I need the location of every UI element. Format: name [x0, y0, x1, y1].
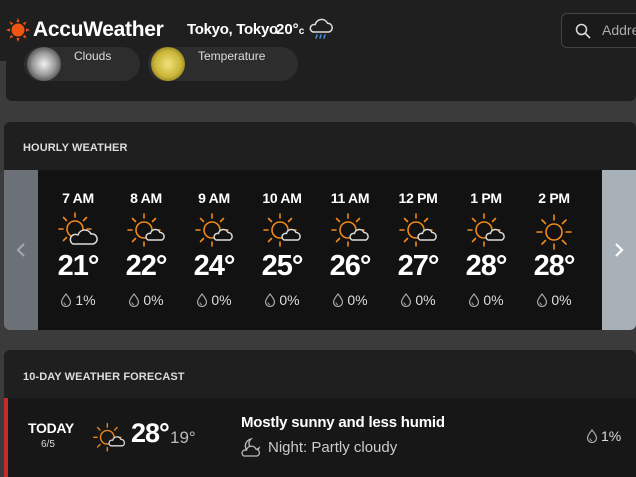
mostly-sunny-icon: [466, 212, 506, 252]
raindrop-icon: [468, 293, 480, 307]
raindrop-icon: [128, 293, 140, 307]
hour-precipitation: 0%: [180, 292, 248, 308]
rain-cloud-icon: [309, 18, 333, 39]
hour-time: 9 AM: [198, 190, 230, 206]
hour-card[interactable]: 7 AM 21° 1%: [44, 170, 112, 330]
section-title-10-day[interactable]: 10-DAY WEATHER FORECAST: [23, 371, 185, 383]
raindrop-icon: [586, 429, 598, 443]
raindrop-icon: [60, 293, 72, 307]
clouds-photo-icon: [27, 47, 61, 81]
current-temperature-value: 20°: [276, 21, 299, 38]
hour-time: 2 PM: [538, 190, 570, 206]
low-temperature: 19°: [170, 428, 196, 447]
hour-card[interactable]: 2 PM 28° 0%: [520, 170, 588, 330]
hour-time: 7 AM: [62, 190, 94, 206]
moon-cloud-icon: [241, 437, 261, 457]
night-forecast: Night: Partly cloudy: [241, 436, 397, 458]
partly-cloudy-icon: [58, 212, 98, 252]
temperature-label: Temperature: [198, 49, 266, 63]
hour-temperature: 28°: [533, 250, 576, 282]
mostly-sunny-icon: [92, 422, 126, 456]
clouds-label: Clouds: [74, 49, 112, 63]
raindrop-icon: [400, 293, 412, 307]
scroll-left-button[interactable]: [4, 170, 38, 330]
hour-temperature: 26°: [329, 250, 372, 282]
hour-card[interactable]: 8 AM 22° 0%: [112, 170, 180, 330]
search-box[interactable]: [561, 13, 636, 48]
hour-card[interactable]: 11 AM 26° 0%: [316, 170, 384, 330]
scroll-right-button[interactable]: [602, 170, 636, 330]
hour-precipitation: 0%: [452, 292, 520, 308]
day-precip-value: 1%: [601, 428, 622, 444]
day-phrase: Mostly sunny and less humid: [241, 414, 445, 431]
current-temperature[interactable]: 20°c: [276, 21, 304, 38]
accuweather-logo[interactable]: AccuWeather: [6, 18, 164, 42]
hour-precip-value: 0%: [143, 292, 164, 308]
hour-precipitation: 0%: [112, 292, 180, 308]
hour-temperature: 22°: [125, 250, 168, 282]
hour-temperature: 28°: [465, 250, 508, 282]
sun-logo-icon: [6, 18, 30, 42]
hour-precipitation: 0%: [384, 292, 452, 308]
daily-forecast-row-today[interactable]: TODAY 6/5 28° 19° Mostly sunny and less …: [4, 398, 636, 477]
hour-time: 11 AM: [330, 190, 370, 206]
hour-precip-value: 0%: [211, 292, 232, 308]
temperature-unit: c: [298, 26, 305, 37]
hour-temperature: 21°: [57, 250, 100, 282]
temperature-photo-icon: [151, 47, 185, 81]
hour-time: 8 AM: [130, 190, 162, 206]
raindrop-icon: [536, 293, 548, 307]
hour-temperature: 27°: [397, 250, 440, 282]
hour-precip-value: 0%: [415, 292, 436, 308]
hour-precipitation: 1%: [44, 292, 112, 308]
hour-card[interactable]: 9 AM 24° 0%: [180, 170, 248, 330]
mostly-sunny-icon: [126, 212, 166, 252]
day-label: TODAY: [28, 420, 74, 436]
hour-precip-value: 0%: [279, 292, 300, 308]
hour-precip-value: 0%: [551, 292, 572, 308]
mostly-sunny-icon: [398, 212, 438, 252]
chevron-left-icon: [16, 243, 25, 257]
chevron-right-icon: [615, 243, 624, 257]
sunny-icon: [534, 212, 574, 252]
raindrop-icon: [264, 293, 276, 307]
high-temperature: 28°: [131, 418, 170, 448]
hour-precip-value: 0%: [483, 292, 504, 308]
hour-precipitation: 0%: [248, 292, 316, 308]
clouds-map-pill[interactable]: Clouds: [24, 47, 140, 81]
search-input[interactable]: [602, 21, 636, 39]
mostly-sunny-icon: [194, 212, 234, 252]
mostly-sunny-icon: [262, 212, 302, 252]
weather-maps-card: Clouds Temperature: [6, 47, 636, 101]
mostly-sunny-icon: [330, 212, 370, 252]
day-precipitation: 1%: [586, 428, 621, 444]
hour-card[interactable]: 12 PM 27° 0%: [384, 170, 452, 330]
hour-time: 1 PM: [470, 190, 502, 206]
hour-precipitation: 0%: [316, 292, 384, 308]
daily-forecast-card: 10-DAY WEATHER FORECAST TODAY 6/5 28° 19…: [4, 350, 636, 477]
temperature-map-pill[interactable]: Temperature: [148, 47, 298, 81]
hourly-carousel: 7 AM 21° 1% 8 AM 22° 0% 9 AM 24° 0% 10 A…: [4, 170, 636, 330]
hourly-weather-card: HOURLY WEATHER 7 AM 21° 1% 8 AM 22° 0% 9…: [4, 122, 636, 330]
day-date: 6/5: [41, 439, 55, 450]
hourly-list: 7 AM 21° 1% 8 AM 22° 0% 9 AM 24° 0% 10 A…: [38, 170, 602, 330]
hour-card[interactable]: 10 AM 25° 0%: [248, 170, 316, 330]
hour-temperature: 25°: [261, 250, 304, 282]
brand-name: AccuWeather: [33, 18, 164, 41]
hour-time: 10 AM: [262, 190, 302, 206]
hour-precip-value: 1%: [75, 292, 96, 308]
section-title-hourly[interactable]: HOURLY WEATHER: [23, 142, 127, 154]
hour-time: 12 PM: [398, 190, 438, 206]
night-phrase: Night: Partly cloudy: [268, 438, 398, 456]
hour-precipitation: 0%: [520, 292, 588, 308]
hour-temperature: 24°: [193, 250, 236, 282]
hour-precip-value: 0%: [347, 292, 368, 308]
search-icon: [575, 23, 591, 39]
current-location[interactable]: Tokyo, Tokyo: [187, 21, 278, 38]
hour-card[interactable]: 1 PM 28° 0%: [452, 170, 520, 330]
raindrop-icon: [196, 293, 208, 307]
raindrop-icon: [332, 293, 344, 307]
